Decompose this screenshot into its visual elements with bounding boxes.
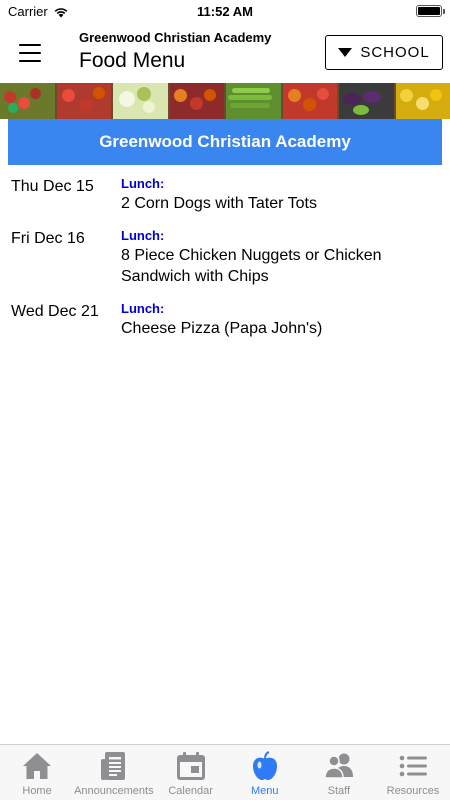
meal-item: Cheese Pizza (Papa John's) [121,320,323,337]
app-header: Greenwood Christian Academy Food Menu SC… [0,22,450,82]
list-icon [399,755,427,777]
triangle-down-icon [338,48,353,57]
meal-item: 2 Corn Dogs with Tater Tots [121,195,317,212]
hamburger-menu-icon[interactable] [19,44,41,62]
school-section-header: Greenwood Christian Academy [8,119,442,165]
menu-date: Thu Dec 15 [11,178,94,195]
menu-row: Wed Dec 21 Lunch: Cheese Pizza (Papa Joh… [0,301,450,353]
tab-label: Home [22,785,52,797]
menu-list: Thu Dec 15 Lunch: 2 Corn Dogs with Tater… [0,176,450,353]
battery-icon [416,5,445,17]
school-button-label: SCHOOL [360,44,430,61]
meal-item: 8 Piece Chicken Nuggets or Chicken Sandw… [121,247,382,285]
tab-resources[interactable]: Resources [376,745,450,800]
produce-banner-image [0,83,450,119]
tab-label: Resources [386,785,440,797]
tab-home[interactable]: Home [0,745,74,800]
header-subtitle: Greenwood Christian Academy [79,30,272,45]
status-time: 11:52 AM [197,4,253,19]
tab-label: Staff [327,785,351,797]
tab-menu[interactable]: Menu [228,745,302,800]
menu-row: Thu Dec 15 Lunch: 2 Corn Dogs with Tater… [0,176,450,228]
status-bar: Carrier 11:52 AM [0,0,450,22]
calendar-icon [176,752,205,780]
tab-label: Menu [250,785,279,797]
meal-label: Lunch: [121,228,165,243]
menu-date: Wed Dec 21 [11,303,99,320]
apple-icon [252,751,277,780]
meal-label: Lunch: [121,301,165,316]
home-icon [23,753,52,779]
people-icon [324,753,353,779]
tab-label: Announcements [74,785,154,797]
school-selector-button[interactable]: SCHOOL [325,35,443,70]
tab-calendar[interactable]: Calendar [154,745,228,800]
tab-announcements[interactable]: Announcements [74,745,154,800]
newspaper-icon [100,752,125,780]
tab-staff[interactable]: Staff [302,745,376,800]
tab-label: Calendar [168,785,213,797]
meal-label: Lunch: [121,176,165,191]
menu-row: Fri Dec 16 Lunch: 8 Piece Chicken Nugget… [0,228,450,301]
bottom-tab-bar: Home Announcements Calendar Menu Staff R… [0,744,450,800]
menu-date: Fri Dec 16 [11,230,85,247]
page-title: Food Menu [79,49,186,72]
